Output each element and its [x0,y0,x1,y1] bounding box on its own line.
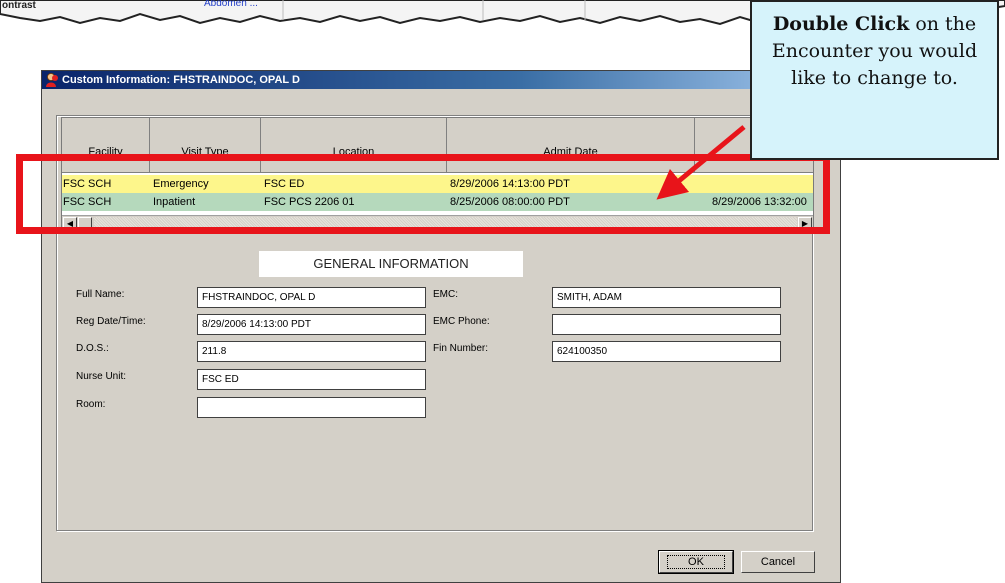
patient-icon [46,73,58,87]
fin-number-label: Fin Number: [433,343,489,354]
ok-button[interactable]: OK [658,550,734,574]
background-label: ontrast [2,0,36,11]
dialog-titlebar[interactable]: Custom Information: FHSTRAINDOC, OPAL D [42,71,840,89]
fin-number-field[interactable]: 624100350 [552,341,781,362]
emc-field[interactable]: SMITH, ADAM [552,287,781,308]
callout-bold-text: Double Click [772,13,910,35]
emc-phone-field[interactable] [552,314,781,335]
room-field[interactable] [197,397,426,418]
general-information-header: GENERAL INFORMATION [259,251,523,277]
room-label: Room: [76,399,106,410]
instruction-callout: Double Click on the Encounter you would … [750,0,999,160]
emc-label: EMC: [433,289,458,300]
dos-field[interactable]: 211.8 [197,341,426,362]
emc-phone-label: EMC Phone: [433,316,490,327]
encounter-highlight-box [16,154,830,234]
dialog-title: Custom Information: FHSTRAINDOC, OPAL D [62,74,300,86]
custom-information-dialog: Custom Information: FHSTRAINDOC, OPAL D … [41,70,841,583]
nurse-unit-field[interactable]: FSC ED [197,369,426,390]
cancel-button[interactable]: Cancel [741,551,815,573]
reg-date-field[interactable]: 8/29/2006 14:13:00 PDT [197,314,426,335]
full-name-label: Full Name: [76,289,125,300]
reg-date-label: Reg Date/Time: [76,316,146,327]
nurse-unit-label: Nurse Unit: [76,371,127,382]
full-name-field[interactable]: FHSTRAINDOC, OPAL D [197,287,426,308]
dos-label: D.O.S.: [76,343,109,354]
background-link: Abdomen ... [204,0,258,9]
ok-button-label: OK [667,555,725,569]
